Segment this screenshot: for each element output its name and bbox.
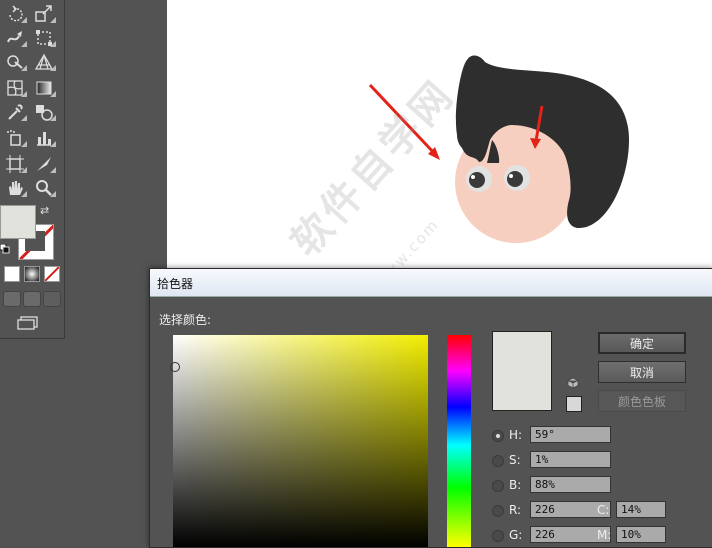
saturation-field[interactable]: 1% [530,451,611,468]
color-swatches-button[interactable]: 颜色色板 [598,390,686,412]
magenta-label: M: [597,528,612,542]
warp-icon[interactable] [3,27,27,49]
eyedropper-icon[interactable] [3,101,27,123]
cyan-field[interactable]: 14% [616,501,666,518]
color-field-picker[interactable] [170,362,180,372]
web-safe-swatch[interactable] [566,396,582,412]
cancel-button[interactable]: 取消 [598,361,686,383]
left-eye-highlight [471,175,475,179]
right-eye-highlight [509,174,513,178]
gradient-mode-icon[interactable] [24,266,40,282]
swap-fill-stroke-icon[interactable]: ⇄ [40,204,49,217]
blend-icon[interactable] [32,101,56,123]
cyan-label: C: [597,503,610,517]
screen-mode-icon[interactable] [17,316,39,330]
magenta-field[interactable]: 10% [616,526,666,543]
color-field[interactable] [173,335,428,547]
draw-inside-icon[interactable] [43,291,61,307]
red-label: R: [509,503,522,517]
hand-icon[interactable] [3,177,27,199]
column-graph-icon[interactable] [32,127,56,149]
perspective-grid-icon[interactable] [32,51,56,73]
red-radio[interactable] [492,505,504,517]
green-label: G: [509,528,523,542]
saturation-label: S: [509,453,521,467]
web-safe-cube-icon[interactable] [567,377,579,389]
zoom-icon[interactable] [32,177,56,199]
draw-normal-icon[interactable] [3,291,21,307]
draw-behind-icon[interactable] [23,291,41,307]
scale-icon[interactable] [32,3,56,25]
ok-button[interactable]: 确定 [598,332,686,354]
gradient-icon[interactable] [32,77,56,99]
hue-slider[interactable] [447,335,471,547]
default-colors-icon[interactable] [0,244,10,254]
saturation-radio[interactable] [492,455,504,467]
green-radio[interactable] [492,530,504,542]
rotate-icon[interactable] [3,3,27,25]
none-mode-icon[interactable] [44,266,60,282]
hue-radio[interactable] [492,430,504,442]
hue-field[interactable]: 59° [530,426,611,443]
select-color-label: 选择颜色: [159,313,212,327]
dialog-title: 拾色器 [157,277,194,291]
brightness-radio[interactable] [492,480,504,492]
right-eye-pupil [507,171,523,187]
left-eye-pupil [469,172,485,188]
symbol-sprayer-icon[interactable] [3,127,27,149]
new-color-preview [492,331,552,411]
brightness-label: B: [509,478,522,492]
free-transform-icon[interactable] [32,27,56,49]
color-picker-dialog: 拾色器 选择颜色: 确定 取消 颜色色板 H: 59° S: 1% B: 88%… [149,268,712,548]
slice-icon[interactable] [32,153,56,175]
hue-label: H: [509,428,523,442]
brightness-field[interactable]: 88% [530,476,611,493]
shape-builder-icon[interactable] [3,51,27,73]
tools-panel: ⇄ [0,0,65,339]
mesh-icon[interactable] [3,77,27,99]
artboard-icon[interactable] [3,153,27,175]
dialog-titlebar[interactable]: 拾色器 [150,269,712,297]
color-mode-icon[interactable] [4,266,20,282]
fill-swatch[interactable] [0,205,36,239]
